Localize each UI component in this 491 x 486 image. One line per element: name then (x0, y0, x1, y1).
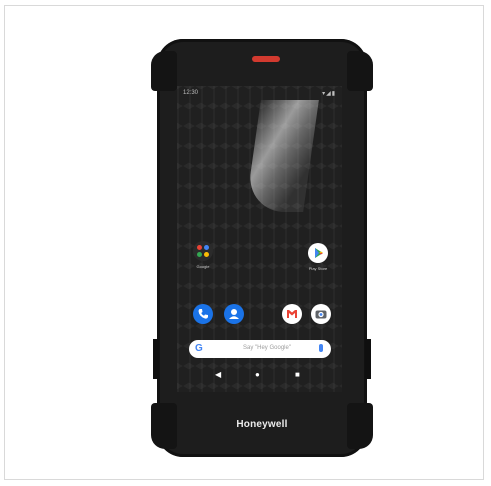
contacts-icon[interactable] (224, 304, 244, 324)
recents-icon[interactable]: ■ (295, 371, 300, 379)
side-button (365, 339, 371, 379)
google-apps-folder-icon (193, 241, 213, 261)
mic-icon[interactable] (319, 344, 323, 352)
search-placeholder: Say "Hey Google" (243, 345, 291, 351)
screen-protector-film (245, 100, 319, 212)
side-button (153, 339, 159, 379)
camera-icon[interactable] (311, 304, 331, 324)
device-screen: 12:30 ▾◢▮ Google Play Store G Say "Hey G… (177, 86, 342, 392)
brand-logo: Honeywell (236, 419, 288, 430)
app-google-folder[interactable]: Google (186, 241, 220, 269)
app-label: Google (196, 264, 210, 269)
status-bar: 12:30 ▾◢▮ (183, 90, 336, 100)
status-icons: ▾◢▮ (322, 91, 336, 97)
corner-bumper (347, 51, 373, 91)
product-image-frame: 12:30 ▾◢▮ Google Play Store G Say "Hey G… (4, 5, 484, 480)
app-play-store[interactable]: Play Store (301, 243, 335, 271)
app-label: Play Store (308, 266, 328, 271)
rugged-handheld-device: 12:30 ▾◢▮ Google Play Store G Say "Hey G… (151, 39, 373, 457)
home-icon[interactable]: ● (255, 371, 260, 379)
navigation-bar: ◀ ● ■ (177, 369, 342, 383)
phone-icon[interactable] (193, 304, 213, 324)
corner-bumper (151, 51, 177, 91)
back-icon[interactable]: ◀ (215, 371, 221, 379)
status-time: 12:30 (183, 90, 199, 96)
scanner-window (252, 56, 280, 62)
play-store-icon (308, 243, 328, 263)
google-search-bar[interactable]: G Say "Hey Google" (189, 340, 331, 358)
google-logo: G (195, 343, 203, 354)
gmail-icon[interactable] (282, 304, 302, 324)
